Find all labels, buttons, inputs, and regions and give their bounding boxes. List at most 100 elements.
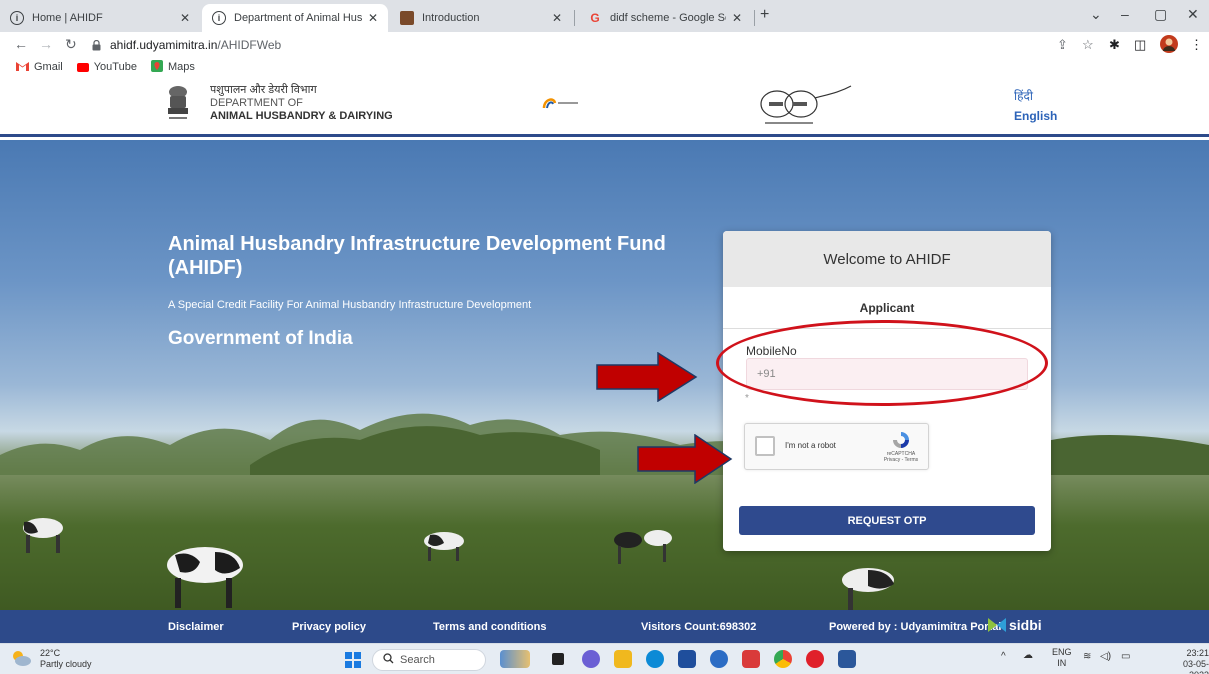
- search-label: Search: [400, 654, 435, 666]
- department-hindi: पशुपालन और डेयरी विभाग: [210, 84, 317, 96]
- department-title: पशुपालन और डेयरी विभाग DEPARTMENT OF ANI…: [210, 84, 393, 123]
- battery-icon[interactable]: ▭: [1121, 651, 1130, 662]
- bookmark-youtube[interactable]: YouTube: [76, 61, 137, 73]
- back-arrow-icon[interactable]: ←: [14, 36, 28, 52]
- language-english-link[interactable]: English: [1014, 106, 1057, 126]
- edge-browser-icon[interactable]: [646, 650, 664, 668]
- visitors-count: Visitors Count:698302: [641, 621, 757, 633]
- tab-search-chevron-icon[interactable]: ⌄: [1090, 6, 1102, 23]
- system-clock[interactable]: 23:21 03-05-2023: [1163, 648, 1209, 674]
- mcafee-icon[interactable]: [742, 650, 760, 668]
- bookmark-gmail[interactable]: Gmail: [16, 61, 63, 74]
- task-view-icon[interactable]: [552, 653, 564, 665]
- restore-icon[interactable]: ▢: [1154, 6, 1167, 23]
- tab-label: didf scheme - Google Search: [610, 12, 726, 24]
- recaptcha-checkbox[interactable]: [755, 436, 775, 456]
- annotation-arrow-icon: [596, 352, 698, 402]
- extensions-puzzle-icon[interactable]: ✱: [1109, 37, 1120, 53]
- tray-chevron-up-icon[interactable]: ^: [1001, 651, 1006, 662]
- forward-arrow-icon[interactable]: →: [39, 36, 53, 52]
- opera-icon[interactable]: [806, 650, 824, 668]
- close-icon[interactable]: ✕: [180, 11, 190, 25]
- windows-start-icon[interactable]: [345, 652, 361, 668]
- page-favicon-icon: [400, 11, 414, 25]
- window-close-icon[interactable]: ✕: [1187, 6, 1199, 23]
- tab-google-search[interactable]: G didf scheme - Google Search ✕: [578, 4, 752, 32]
- file-explorer-icon[interactable]: [614, 650, 632, 668]
- welcome-heading: Welcome to AHIDF: [723, 231, 1051, 287]
- sidbi-logo: sidbi: [988, 617, 1042, 633]
- recaptcha-logo-icon: [888, 430, 914, 453]
- language-code: ENG: [1052, 647, 1072, 657]
- tab-label: Home | AHIDF: [32, 12, 103, 24]
- tab-introduction[interactable]: Introduction ✕: [390, 4, 572, 32]
- chrome-icon[interactable]: [774, 650, 792, 668]
- tab-separator: [754, 10, 755, 26]
- language-hindi-link[interactable]: हिंदी: [1014, 86, 1057, 106]
- department-line1: DEPARTMENT OF: [210, 97, 303, 109]
- bookmark-label: YouTube: [93, 61, 137, 73]
- chat-app-icon[interactable]: [582, 650, 600, 668]
- windows-taskbar: 22°C Partly cloudy Search ^ ☁ ENG IN ≋ ◁…: [0, 643, 1209, 674]
- bookmark-label: Gmail: [34, 61, 63, 73]
- close-icon[interactable]: ✕: [732, 11, 742, 25]
- profile-avatar[interactable]: [1160, 35, 1178, 56]
- volume-icon[interactable]: ◁): [1100, 651, 1111, 662]
- partly-cloudy-icon: [10, 649, 32, 670]
- clock-date: 03-05-2023: [1182, 659, 1209, 674]
- input-language[interactable]: ENG IN: [1052, 647, 1072, 669]
- share-icon[interactable]: ⇪: [1057, 37, 1068, 53]
- url-host: ahidf.udyamimitra.in: [110, 38, 218, 52]
- digital-india-logo: [542, 96, 582, 113]
- new-tab-plus-icon[interactable]: +: [760, 6, 769, 24]
- tab-separator: [574, 10, 575, 26]
- department-line2: ANIMAL HUSBANDRY & DAIRYING: [210, 110, 393, 122]
- youtube-icon: [76, 62, 89, 72]
- bookmark-maps[interactable]: Maps: [150, 59, 195, 75]
- wifi-icon[interactable]: ≋: [1083, 651, 1091, 662]
- sidbi-mark-icon: [988, 618, 1006, 632]
- address-bar[interactable]: ahidf.udyamimitra.in/AHIDFWeb: [92, 35, 1032, 55]
- taskbar-search[interactable]: Search: [372, 649, 486, 671]
- cow-image: [23, 518, 63, 553]
- reload-icon[interactable]: ↻: [65, 36, 77, 53]
- url-path: /AHIDFWeb: [217, 38, 282, 52]
- tab-department[interactable]: i Department of Animal Husbandr ✕: [202, 4, 388, 32]
- store-icon[interactable]: [678, 650, 696, 668]
- help-icon[interactable]: [710, 650, 728, 668]
- national-emblem-logo: [165, 84, 191, 124]
- onedrive-cloud-icon[interactable]: ☁: [1023, 650, 1033, 661]
- close-icon[interactable]: ✕: [552, 11, 562, 25]
- maps-pin-icon: [150, 59, 163, 75]
- required-marker: *: [745, 393, 749, 404]
- kebab-menu-icon[interactable]: ⋮: [1190, 37, 1203, 53]
- browser-toolbar: ← → ↻ ahidf.udyamimitra.in/AHIDFWeb ⇪ ☆ …: [0, 32, 1209, 58]
- footer-disclaimer-link[interactable]: Disclaimer: [168, 621, 224, 633]
- footer-terms-link[interactable]: Terms and conditions: [433, 621, 546, 633]
- cow-image: [842, 568, 894, 610]
- tab-label: Department of Animal Husbandr: [234, 12, 362, 24]
- request-otp-button[interactable]: REQUEST OTP: [739, 506, 1035, 535]
- info-icon: i: [10, 11, 24, 25]
- recaptcha-label: I'm not a robot: [785, 441, 836, 450]
- clock-time: 23:21: [1186, 648, 1209, 658]
- tab-home-ahidf[interactable]: i Home | AHIDF ✕: [0, 4, 200, 32]
- cow-image: [424, 532, 464, 561]
- google-icon: G: [590, 11, 600, 25]
- browser-tabstrip: i Home | AHIDF ✕ i Department of Animal …: [0, 0, 1209, 32]
- recaptcha-widget: I'm not a robot reCAPTCHA Privacy - Term…: [744, 423, 929, 470]
- minimize-icon[interactable]: –: [1121, 6, 1129, 22]
- bookmark-star-icon[interactable]: ☆: [1082, 37, 1094, 53]
- recaptcha-privacy-terms[interactable]: Privacy - Terms: [880, 457, 922, 463]
- hero-subtitle: A Special Credit Facility For Animal Hus…: [168, 299, 532, 311]
- close-icon[interactable]: ✕: [368, 11, 378, 25]
- sidbi-label: sidbi: [1009, 617, 1042, 633]
- powered-by: Powered by : Udyamimitra Portal: [829, 621, 1002, 633]
- annotation-red-oval: [716, 320, 1048, 406]
- bookmark-label: Maps: [167, 61, 195, 73]
- footer-privacy-link[interactable]: Privacy policy: [292, 621, 366, 633]
- word-icon[interactable]: [838, 650, 856, 668]
- weather-widget[interactable]: 22°C Partly cloudy: [10, 648, 92, 670]
- cow-widget-app-icon[interactable]: [500, 650, 530, 668]
- side-panel-icon[interactable]: ◫: [1134, 37, 1146, 53]
